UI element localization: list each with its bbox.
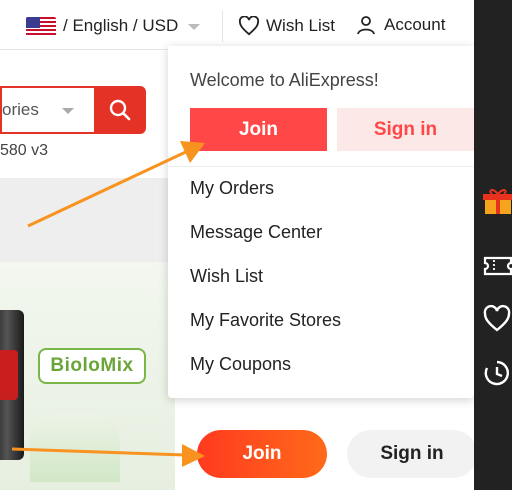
- menu-item-favorite-stores[interactable]: My Favorite Stores: [190, 308, 341, 352]
- account-menu: My Orders Message Center Wish List My Fa…: [190, 176, 341, 396]
- search-suggestion-text[interactable]: 580 v3: [0, 142, 48, 160]
- top-bar: / English / USD Wish List Account: [0, 0, 474, 50]
- us-flag-icon[interactable]: [26, 17, 56, 37]
- wish-list-link[interactable]: Wish List: [238, 16, 335, 36]
- coupon-icon[interactable]: [482, 250, 512, 280]
- join-button[interactable]: Join: [190, 108, 327, 151]
- right-sidebar: [474, 0, 512, 490]
- sign-in-button[interactable]: Sign in: [337, 108, 474, 151]
- product-image[interactable]: BioloMix: [0, 262, 175, 490]
- search-button[interactable]: [94, 86, 146, 134]
- welcome-text: Welcome to AliExpress!: [190, 70, 379, 90]
- banner-strip: [0, 178, 175, 264]
- account-dropdown: Welcome to AliExpress! Join Sign in My O…: [168, 46, 474, 398]
- join-button-bottom[interactable]: Join: [197, 430, 327, 478]
- chevron-down-icon: [62, 108, 74, 114]
- brand-logo: BioloMix: [38, 348, 146, 384]
- wish-list-label: Wish List: [266, 16, 335, 35]
- gift-icon[interactable]: [482, 186, 512, 216]
- sign-in-button-bottom[interactable]: Sign in: [347, 430, 477, 478]
- menu-item-message-center[interactable]: Message Center: [190, 220, 341, 264]
- search-category-label: ories: [2, 100, 39, 119]
- search-category-select[interactable]: ories: [0, 86, 96, 134]
- menu-item-my-coupons[interactable]: My Coupons: [190, 352, 341, 396]
- heart-icon[interactable]: [482, 304, 512, 334]
- chevron-down-icon[interactable]: [188, 24, 200, 30]
- menu-item-my-orders[interactable]: My Orders: [190, 176, 341, 220]
- glass-image: [30, 412, 120, 482]
- language-currency-selector[interactable]: / English / USD: [63, 16, 178, 36]
- user-icon: [357, 16, 375, 35]
- search-icon: [109, 99, 131, 121]
- account-label: Account: [384, 15, 446, 34]
- divider: [168, 166, 474, 167]
- blender-image: [0, 310, 24, 460]
- divider: [222, 10, 223, 42]
- history-icon[interactable]: [482, 358, 512, 388]
- heart-icon: [238, 16, 260, 36]
- menu-item-wish-list[interactable]: Wish List: [190, 264, 341, 308]
- account-button[interactable]: Account: [344, 0, 474, 50]
